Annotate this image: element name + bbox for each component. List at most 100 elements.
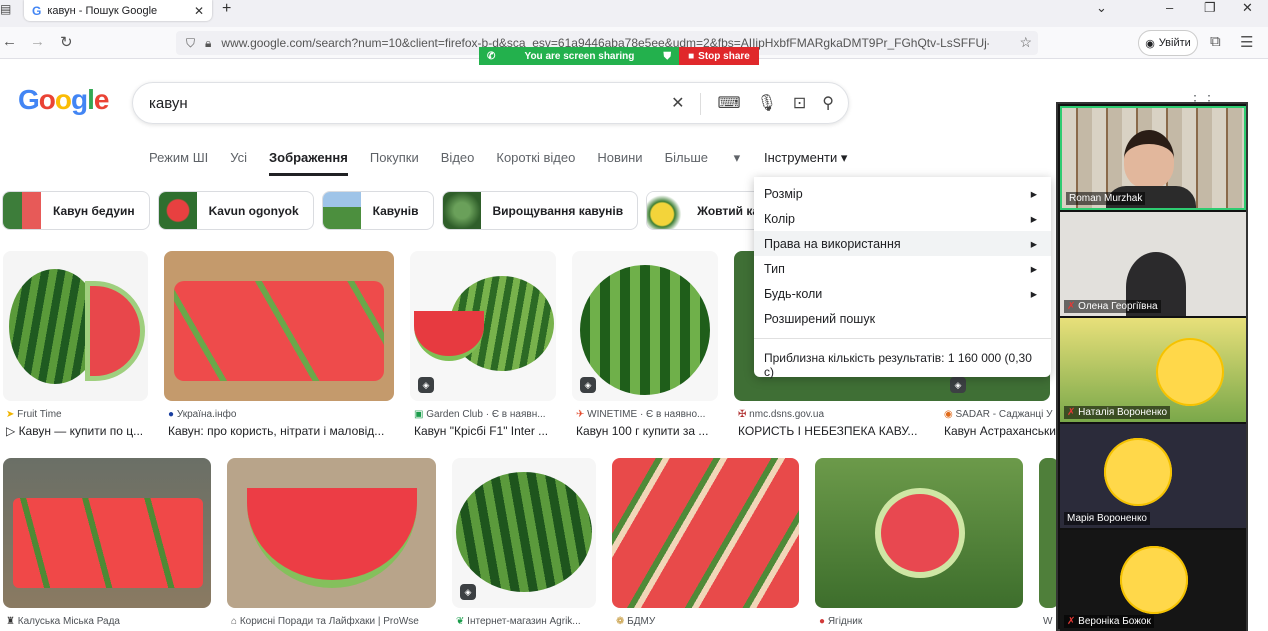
source-label: Корисні Поради та Лайфхаки | ProWse [239,616,419,627]
watermelon-image [580,265,710,395]
product-tag-icon: ◈ [580,377,596,393]
chevron-down-icon[interactable]: ⌄ [1096,0,1107,16]
result-title[interactable]: КОРИСТЬ І НЕБЕЗПЕКА КАВУ... [738,424,924,438]
menu-item-label: Колір [764,211,795,226]
smiley-face-icon [1104,438,1172,506]
close-window-icon[interactable]: ✕ [1242,0,1253,16]
lock-icon: 🔒︎ [205,35,212,50]
source-label: Fruit Time [17,409,62,420]
source-favicon-icon: ● [168,409,175,420]
tab-video[interactable]: Відео [441,150,475,176]
result-source: ♜ Калуська Міська Рада [6,616,206,627]
image-result[interactable] [815,458,1023,608]
result-title[interactable]: Кавун Астраханськи [944,424,1056,438]
screen-share-banner: ✆ You are screen sharing ⛊ ■ Stop share [479,47,759,65]
extensions-icon[interactable]: ⧉ [1210,33,1221,50]
tools-label: Інструменти [764,150,838,165]
maximize-icon[interactable]: ❐ [1204,0,1216,16]
menu-item-advanced-search[interactable]: Розширений пошук [754,306,1051,331]
participant-video[interactable]: Roman Murzhak [1060,106,1246,210]
tab-ai-mode[interactable]: Режим ШІ [149,150,208,176]
search-icon[interactable]: ⚲ [822,93,834,115]
source-label: nmc.dsns.gov.ua [749,409,825,420]
result-title[interactable]: ▷ Кавун — купити по ц... [6,424,150,438]
smiley-face-icon [1156,338,1224,406]
tab-all[interactable]: Усі [230,150,247,176]
chip[interactable]: Кавун бедуин [2,191,150,230]
mic-icon[interactable]: 🎙︎ [757,93,777,115]
search-input[interactable]: кавун [149,95,188,112]
result-source: ❁ БДМУ [616,616,796,627]
video-call-panel: Roman Murzhak ✗ Олена Георгіївна ✗ Натал… [1056,102,1248,631]
result-source: ✠ nmc.dsns.gov.ua [738,409,928,420]
back-icon[interactable]: ← [2,33,17,50]
image-result[interactable]: ◈ [572,251,718,401]
watermelon-image [456,472,592,592]
minimize-icon[interactable]: – [1166,0,1173,15]
tab-title: кавун - Пошук Google [47,4,158,17]
participant-video[interactable]: ✗ Вероніка Божок [1060,530,1246,631]
lens-icon[interactable]: ⊡ [793,93,806,115]
chevron-right-icon: ▸ [1030,187,1037,201]
tools-button[interactable]: Інструменти ▾ [764,150,847,166]
image-result[interactable] [227,458,436,608]
chip[interactable]: Кавунів [321,191,434,230]
reload-icon[interactable]: ↻ [60,33,73,51]
signin-button[interactable]: ◉ Увійти [1138,30,1198,56]
tab-list-icon[interactable]: ▤ [0,2,11,16]
new-tab-icon[interactable]: + [222,0,231,18]
tab-short-video[interactable]: Короткі відео [496,150,575,176]
image-result[interactable] [164,251,394,401]
image-result[interactable] [3,458,211,608]
google-favicon-icon: G [32,3,42,18]
menu-item-label: Права на використання [764,236,901,251]
image-result[interactable] [3,251,148,401]
menu-item-type[interactable]: Тип ▸ [754,256,1051,281]
image-result[interactable]: ◈ [452,458,596,608]
tab-news[interactable]: Новини [597,150,642,176]
browser-tab[interactable]: G кавун - Пошук Google ✕ [24,0,212,21]
clear-icon[interactable]: ✕ [671,93,684,115]
keyboard-icon[interactable]: ⌨ [717,93,740,115]
forward-icon[interactable]: → [30,33,45,50]
result-title[interactable]: Кавун 100 г купити за ... [576,424,720,438]
scrollbar[interactable] [1250,60,1268,631]
search-tabs: Режим ШІ Усі Зображення Покупки Відео Ко… [149,150,762,176]
tab-more-label: Більше [664,150,709,165]
chip-label: Кавунів [372,203,419,218]
search-box[interactable]: кавун ✕ ⌨ 🎙︎ ⊡ ⚲ [132,82,849,124]
menu-item-color[interactable]: Колір ▸ [754,206,1051,231]
result-source: ● Україна.інфо [168,409,388,420]
stop-share-button[interactable]: ■ Stop share [679,47,759,65]
tab-more[interactable]: Більше ▾ [665,150,741,176]
bookmark-star-icon[interactable]: ☆ [989,34,1032,51]
participant-name: ✗ Вероніка Божок [1064,615,1154,628]
result-title[interactable]: Кавун "Крісбі F1" Inter ... [414,424,558,438]
close-tab-icon[interactable]: ✕ [194,4,204,18]
google-logo[interactable]: Google [18,84,109,116]
chip-thumbnail [442,192,481,229]
result-source: ▣ Garden Club · Є в наявн... [414,409,556,420]
source-favicon-icon: ✠ [738,409,747,420]
participant-video[interactable]: Марія Вороненко [1060,424,1246,528]
chip-thumbnail [647,192,686,229]
source-favicon-icon: ⌂ [231,616,238,627]
result-source: W [1043,616,1053,627]
menu-item-size[interactable]: Розмір ▸ [754,181,1051,206]
image-result[interactable]: ◈ [410,251,556,401]
participant-video[interactable]: ✗ Наталія Вороненко [1060,318,1246,422]
source-label: Garden Club · Є в наявн... [426,409,546,420]
menu-icon[interactable]: ☰ [1240,33,1253,51]
participant-video[interactable]: ✗ Олена Георгіївна [1060,212,1246,316]
menu-item-usage-rights[interactable]: Права на використання ▸ [754,231,1051,256]
menu-item-time[interactable]: Будь-коли ▸ [754,281,1051,306]
image-result[interactable] [612,458,799,608]
result-source: ➤ Fruit Time [6,409,146,420]
source-favicon-icon: ✈ [576,409,585,420]
tab-shopping[interactable]: Покупки [370,150,419,176]
watermelon-slices-image [13,498,203,588]
chip[interactable]: Вирощування кавунів [441,191,639,230]
chip[interactable]: Kavun ogonyok [157,191,314,230]
result-title[interactable]: Кавун: про користь, нітрати і маловід... [168,424,392,438]
tab-images[interactable]: Зображення [269,150,348,176]
